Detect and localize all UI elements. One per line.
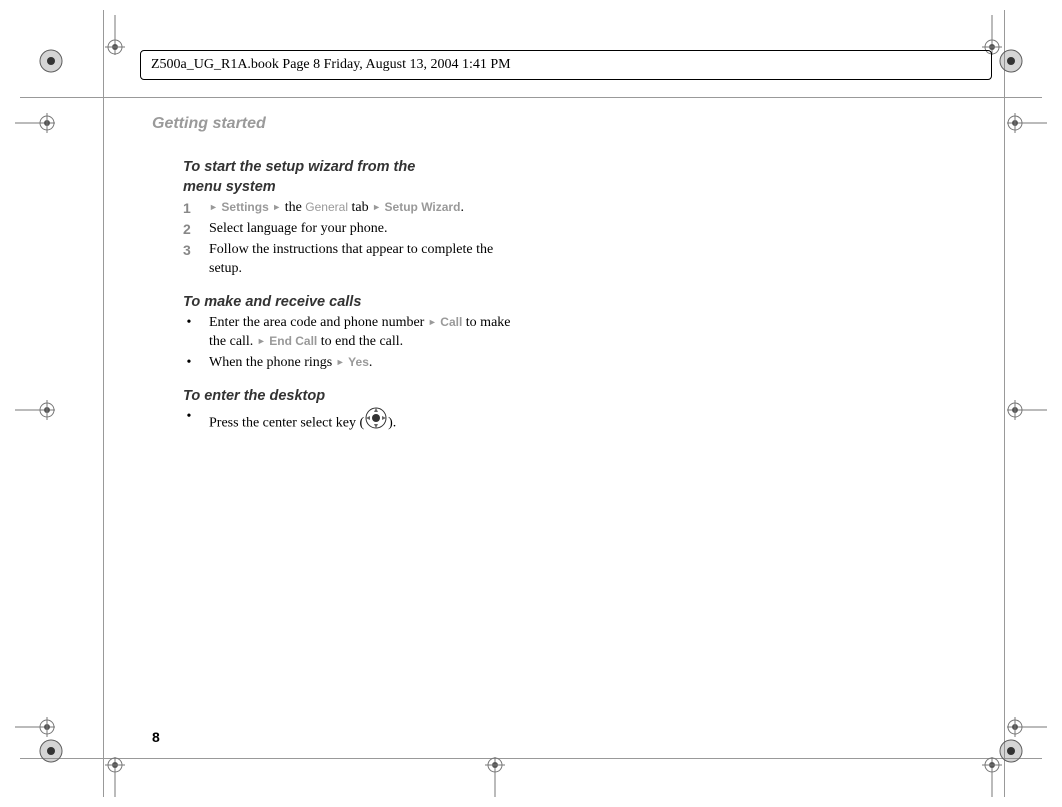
center-key-icon [364,406,388,437]
step-number: 3 [183,241,195,279]
registration-mark-icon [38,48,64,79]
bullet-icon: • [183,408,195,439]
bullet-text: When the phone rings ► Yes. [209,354,513,373]
bullet-icon: • [183,354,195,373]
step-2: 2 Select language for your phone. [183,220,513,239]
bullet-text: Enter the area code and phone number ► C… [209,314,513,352]
crop-line-left [103,10,104,797]
list-item: • When the phone rings ► Yes. [183,354,513,373]
list-item: • Enter the area code and phone number ►… [183,314,513,352]
section3-heading: To enter the desktop [183,387,513,407]
desktop-bullets: • Press the center select key (). [183,408,513,439]
crop-target-icon [15,712,55,747]
bullet-icon: • [183,314,195,352]
crop-target-icon [15,108,55,143]
step-1: 1 ► Settings ► the General tab ► Setup W… [183,199,513,218]
page-content: To start the setup wizard from the menu … [183,158,513,453]
step-number: 1 [183,199,195,218]
crop-target-icon [1007,395,1047,430]
step-text: Follow the instructions that appear to c… [209,241,513,279]
nav-arrow-icon: ► [372,202,381,212]
step-3: 3 Follow the instructions that appear to… [183,241,513,279]
step-number: 2 [183,220,195,239]
crop-target-icon [100,15,130,60]
crop-line-top [20,97,1042,98]
crop-line-right [1004,10,1005,797]
section2-heading: To make and receive calls [183,293,513,313]
step-text: ► Settings ► the General tab ► Setup Wiz… [209,199,513,218]
list-item: • Press the center select key (). [183,408,513,439]
book-info-text: Z500a_UG_R1A.book Page 8 Friday, August … [151,57,511,72]
page-number: 8 [152,729,160,745]
nav-arrow-icon: ► [428,317,437,327]
calls-bullets: • Enter the area code and phone number ►… [183,314,513,373]
crop-target-icon [977,757,1007,802]
nav-arrow-icon: ► [257,336,266,346]
nav-arrow-icon: ► [336,357,345,367]
crop-line-bottom [20,758,1042,759]
page-header-box: Z500a_UG_R1A.book Page 8 Friday, August … [140,50,992,80]
step-text: Select language for your phone. [209,220,513,239]
setup-wizard-steps: 1 ► Settings ► the General tab ► Setup W… [183,199,513,279]
crop-target-icon [480,757,510,802]
crop-target-icon [15,395,55,430]
crop-target-icon [100,757,130,802]
section-title: Getting started [152,115,266,133]
section1-heading: To start the setup wizard from the menu … [183,158,513,197]
crop-target-icon [1007,108,1047,143]
nav-arrow-icon: ► [209,202,218,212]
bullet-text: Press the center select key (). [209,408,513,439]
nav-arrow-icon: ► [272,202,281,212]
crop-target-icon [1007,712,1047,747]
